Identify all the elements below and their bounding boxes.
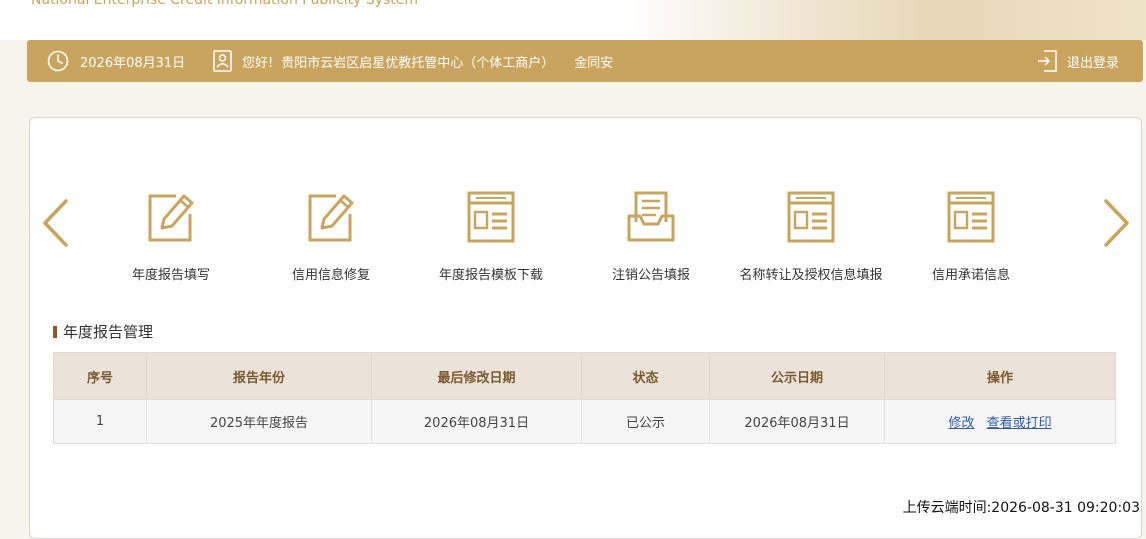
edit-link[interactable]: 修改: [948, 416, 974, 431]
logout-button[interactable]: 退出登录: [1037, 40, 1119, 82]
carousel-prev-button[interactable]: [40, 198, 70, 248]
feature-label: 年度报告模板下载: [438, 268, 543, 283]
section-title-text: 年度报告管理: [63, 323, 154, 341]
section-title: 年度报告管理: [53, 321, 153, 342]
cell-modified-date: 2026年08月31日: [371, 399, 582, 444]
upload-time: 上传云端时间:2026-08-31 09:20:03: [902, 500, 1140, 516]
chevron-left-icon: [43, 199, 68, 247]
main-card: [29, 117, 1142, 539]
table-header-row: 序号 报告年份 最后修改日期 状态 公示日期 操作: [53, 352, 1116, 400]
annual-report-table: 序号 报告年份 最后修改日期 状态 公示日期 操作 1 2025年年度报告 20…: [53, 352, 1116, 444]
user-name: 金同安: [574, 55, 614, 71]
edit-icon: [306, 188, 356, 244]
top-header: National Enterprise Credit Information P…: [0, 0, 1146, 40]
feature-label: 年度报告填写: [131, 268, 210, 283]
feature-label: 注销公告填报: [611, 268, 690, 283]
feature-name-transfer-info[interactable]: 名称转让及授权信息填报: [731, 188, 891, 283]
edit-icon: [146, 188, 196, 244]
entity-name: 贵阳市云岩区启星优教托管中心（个体工商户）: [281, 55, 555, 71]
cell-index: 1: [53, 399, 147, 444]
cell-report-year: 2025年年度报告: [146, 399, 372, 444]
greeting-text: 您好!: [242, 55, 274, 71]
column-header: 序号: [53, 352, 147, 400]
document-icon: [946, 188, 996, 244]
user-card-icon: [213, 50, 232, 72]
feature-credit-commitment[interactable]: 信用承诺信息: [891, 188, 1051, 283]
date-section: 2026年08月31日: [47, 40, 185, 82]
column-header: 最后修改日期: [371, 352, 582, 400]
document-icon: [466, 188, 516, 244]
cell-status: 已公示: [581, 399, 710, 444]
view-print-link[interactable]: 查看或打印: [987, 416, 1052, 431]
clock-icon: [47, 50, 69, 72]
column-header: 公示日期: [709, 352, 885, 400]
logout-label: 退出登录: [1066, 55, 1119, 71]
section-title-marker: [53, 325, 57, 338]
feature-report-template-download[interactable]: 年度报告模板下载: [411, 188, 571, 283]
logout-icon: [1037, 50, 1057, 72]
site-title-en: National Enterprise Credit Information P…: [31, 0, 419, 8]
user-info-bar: 2026年08月31日 您好! 贵阳市云岩区启星优教托管中心（个体工商户） 金同…: [27, 40, 1143, 82]
current-date: 2026年08月31日: [80, 55, 186, 71]
feature-deregistration-notice[interactable]: 注销公告填报: [571, 188, 731, 283]
user-section: 您好! 贵阳市云岩区启星优教托管中心（个体工商户） 金同安: [213, 40, 613, 82]
inbox-icon: [626, 188, 676, 244]
document-icon: [786, 188, 836, 244]
header-decoration: [626, 0, 1146, 40]
feature-annual-report-fill[interactable]: 年度报告填写: [91, 188, 251, 283]
table-row: 1 2025年年度报告 2026年08月31日 已公示 2026年08月31日 …: [53, 399, 1116, 444]
feature-label: 信用承诺信息: [931, 268, 1010, 283]
carousel-next-button[interactable]: [1102, 198, 1132, 248]
column-header: 状态: [581, 352, 710, 400]
feature-credit-repair[interactable]: 信用信息修复: [251, 188, 411, 283]
feature-label: 名称转让及授权信息填报: [739, 268, 883, 283]
column-header: 报告年份: [146, 352, 372, 400]
feature-label: 信用信息修复: [291, 268, 370, 283]
cell-publish-date: 2026年08月31日: [709, 399, 885, 444]
chevron-right-icon: [1104, 199, 1129, 247]
cell-actions: 修改 查看或打印: [884, 399, 1116, 444]
column-header: 操作: [884, 352, 1116, 400]
